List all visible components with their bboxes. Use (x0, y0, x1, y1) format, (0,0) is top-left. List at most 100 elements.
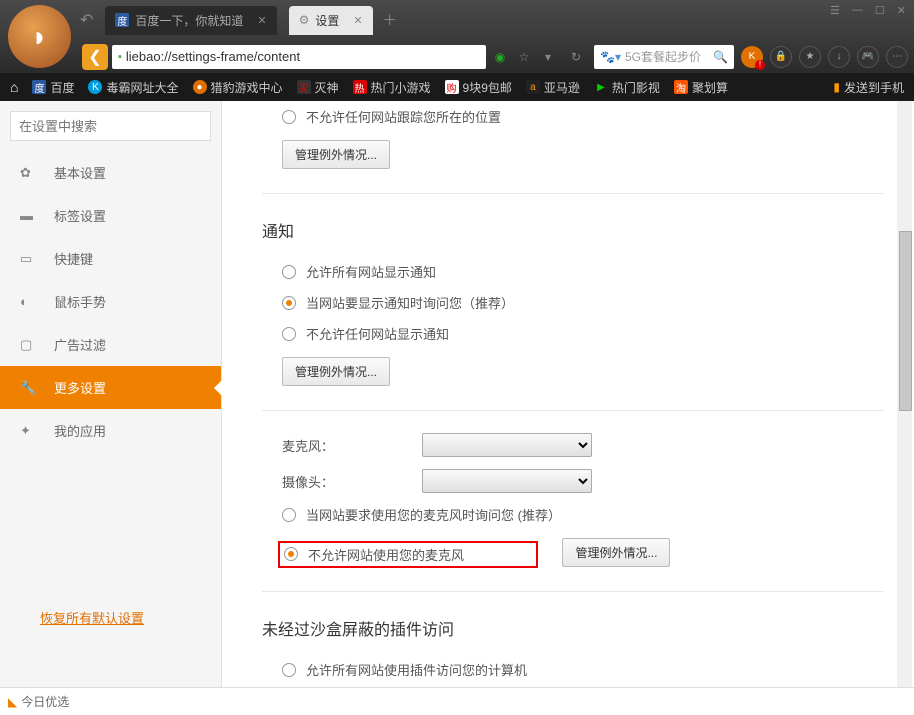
close-icon[interactable]: ✕ (257, 14, 266, 27)
content: ✿基本设置 ▬标签设置 ▭快捷键 ◐鼠标手势 ▢广告过滤 🔧更多设置 ✦我的应用… (0, 101, 914, 687)
url-input[interactable]: ▪ liebao://settings-frame/content (112, 45, 486, 69)
more-icon[interactable]: ⋯ (886, 46, 908, 68)
bookmark-item[interactable]: ●猎豹游戏中心 (193, 79, 283, 96)
section-title-notifications: 通知 (262, 218, 884, 242)
camera-select[interactable] (422, 469, 592, 493)
history-back-icon[interactable]: ↶ (80, 10, 93, 30)
addressbar: ❮ ▪ liebao://settings-frame/content ◉ ☆ … (0, 40, 914, 73)
sidebar-item-basic[interactable]: ✿基本设置 (0, 151, 221, 194)
baidu-icon: 度 (32, 80, 46, 94)
liebao-icon: ● (193, 80, 207, 94)
home-icon[interactable]: ⌂ (10, 79, 18, 95)
antivirus-icon[interactable]: K (741, 46, 763, 68)
radio-icon (282, 110, 296, 124)
bookmark-item[interactable]: a亚马逊 (526, 79, 580, 96)
duba-icon: K (88, 80, 102, 94)
radio-icon (282, 265, 296, 279)
sidebar-item-apps[interactable]: ✦我的应用 (0, 409, 221, 452)
minimize-icon[interactable]: — (852, 4, 863, 17)
radio-icon (282, 327, 296, 341)
section-title-plugins: 未经过沙盒屏蔽的插件访问 (262, 616, 884, 640)
sidebar-item-gestures[interactable]: ◐鼠标手势 (0, 280, 221, 323)
sidebar-item-adblock[interactable]: ▢广告过滤 (0, 323, 221, 366)
highlighted-option: 不允许网站使用您的麦克风 (278, 541, 538, 568)
search-input[interactable]: 🐾▾ 5G套餐起步价 🔍 (594, 45, 734, 69)
sidebar-item-more[interactable]: 🔧更多设置 (0, 366, 221, 409)
hot-icon: 热 (353, 80, 367, 94)
play-icon: ▶ (594, 80, 608, 94)
scrollbar-thumb[interactable] (899, 231, 912, 411)
favorite-icon[interactable]: ★ (799, 46, 821, 68)
puzzle-icon: ✦ (20, 423, 36, 439)
bookmark-item[interactable]: 热热门小游戏 (353, 79, 431, 96)
star-icon[interactable]: ☆ (514, 47, 534, 67)
bookmark-item[interactable]: 淘聚划算 (674, 79, 728, 96)
mic-select[interactable] (422, 433, 592, 457)
url-text: liebao://settings-frame/content (126, 49, 300, 64)
divider (262, 410, 884, 411)
download-icon[interactable]: ↓ (828, 46, 850, 68)
manage-exceptions-button[interactable]: 管理例外情况... (282, 357, 390, 386)
radio-notify-allow[interactable]: 允许所有网站显示通知 (262, 256, 884, 287)
settings-main: 不允许任何网站跟踪您所在的位置 管理例外情况... 通知 允许所有网站显示通知 … (222, 101, 914, 687)
radio-icon (282, 508, 296, 522)
radio-checked-icon (284, 547, 298, 561)
game-icon[interactable]: 🎮 (857, 46, 879, 68)
bottom-label[interactable]: 今日优选 (21, 693, 69, 710)
phone-icon: ▮ (833, 80, 840, 94)
bookmarks-bar: ⌂ 度百度 K毒霸网址大全 ●猎豹游戏中心 灭灭神 热热门小游戏 购9块9包邮 … (0, 73, 914, 101)
search-placeholder: 5G套餐起步价 (625, 48, 701, 65)
taobao-icon: 淘 (674, 80, 688, 94)
send-to-phone[interactable]: ▮发送到手机 (833, 79, 904, 96)
tab-label: 百度一下，你就知道 (135, 12, 243, 29)
menu-icon[interactable]: ☰ (830, 4, 840, 17)
bookmark-item[interactable]: 灭灭神 (297, 79, 339, 96)
settings-search-input[interactable] (10, 111, 211, 141)
refresh-icon[interactable]: ↻ (566, 47, 586, 67)
bookmark-item[interactable]: 度百度 (32, 79, 74, 96)
tab-icon: ▬ (20, 208, 36, 223)
radio-notify-deny[interactable]: 不允许任何网站显示通知 (262, 318, 884, 349)
manage-exceptions-button[interactable]: 管理例外情况... (562, 538, 670, 567)
secure-icon: ▪ (118, 51, 122, 63)
window-controls: ☰ — ☐ ✕ (830, 4, 906, 17)
restore-defaults-link[interactable]: 恢复所有默认设置 (40, 608, 221, 627)
compass-icon[interactable]: ◉ (490, 47, 510, 67)
lock-icon[interactable]: 🔒 (770, 46, 792, 68)
radio-location-deny[interactable]: 不允许任何网站跟踪您所在的位置 (262, 101, 884, 132)
radio-notify-ask[interactable]: 当网站要显示通知时询问您（推荐） (262, 287, 884, 318)
search-engine-icon: 🐾▾ (600, 50, 621, 64)
close-window-icon[interactable]: ✕ (897, 4, 906, 17)
status-bar: ◣ 今日优选 (0, 687, 914, 715)
divider (262, 193, 884, 194)
tab-label: 设置 (315, 12, 339, 29)
bookmark-item[interactable]: K毒霸网址大全 (88, 79, 178, 96)
search-icon[interactable]: 🔍 (713, 50, 728, 64)
mic-label: 麦克风： (282, 436, 412, 455)
radio-mic-ask[interactable]: 当网站要求使用您的麦克风时询问您 (推荐） (262, 499, 884, 530)
filter-icon: ▢ (20, 337, 36, 353)
tab-settings[interactable]: ⚙ 设置 ✕ (289, 6, 373, 35)
tab-baidu[interactable]: 度 百度一下，你就知道 ✕ (105, 6, 276, 35)
radio-icon (282, 663, 296, 677)
keyboard-icon: ▭ (20, 251, 36, 267)
radio-plugin-allow[interactable]: 允许所有网站使用插件访问您的计算机 (262, 654, 884, 685)
sidebar-item-tabs[interactable]: ▬标签设置 (0, 194, 221, 237)
sidebar-item-shortcuts[interactable]: ▭快捷键 (0, 237, 221, 280)
microphone-row: 麦克风： (262, 427, 884, 463)
settings-sidebar: ✿基本设置 ▬标签设置 ▭快捷键 ◐鼠标手势 ▢广告过滤 🔧更多设置 ✦我的应用… (0, 101, 222, 687)
bookmark-item[interactable]: ▶热门影视 (594, 79, 660, 96)
gear-icon: ⚙ (299, 13, 310, 27)
wrench-icon: 🔧 (20, 380, 36, 396)
close-icon[interactable]: ✕ (353, 14, 362, 27)
divider (262, 591, 884, 592)
bookmark-item[interactable]: 购9块9包邮 (445, 79, 512, 96)
amazon-icon: a (526, 80, 540, 94)
nav-back-button[interactable]: ❮ (82, 44, 108, 70)
manage-exceptions-button[interactable]: 管理例外情况... (282, 140, 390, 169)
dropdown-icon[interactable]: ▾ (538, 47, 558, 67)
maximize-icon[interactable]: ☐ (875, 4, 885, 17)
camera-row: 摄像头： (262, 463, 884, 499)
new-tab-button[interactable]: ＋ (383, 10, 397, 30)
browser-logo-icon[interactable]: ◗ (8, 5, 71, 68)
